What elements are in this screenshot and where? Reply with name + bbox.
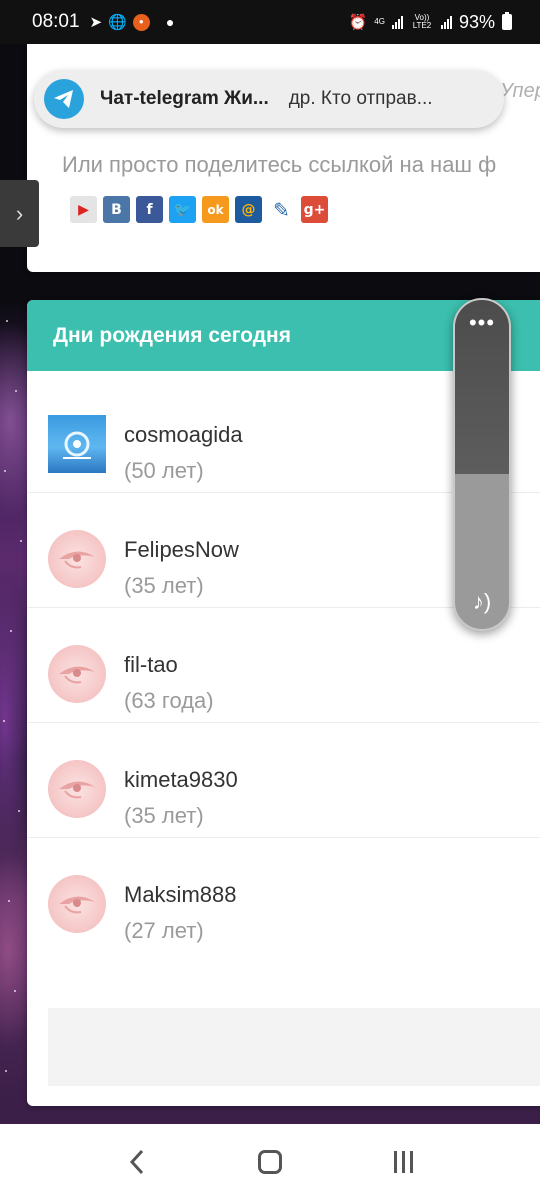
birthday-row[interactable]: fil-tao (63 года): [27, 608, 540, 723]
navigation-bar: [0, 1124, 540, 1200]
googleplus-icon[interactable]: g+: [301, 196, 328, 223]
user-name[interactable]: Maksim888: [124, 882, 236, 908]
avatar[interactable]: [48, 760, 106, 818]
share-partial-text: Упер: [500, 80, 540, 102]
user-age: (63 года): [124, 688, 214, 713]
livejournal-icon[interactable]: ✎: [268, 196, 295, 223]
status-bar: 08:01 ➤ 🌐 ● ● ⏰ 4G Vo)) LTE2 93%: [0, 0, 540, 44]
facebook-icon[interactable]: f: [136, 196, 163, 223]
app-notification-icon: ●: [132, 13, 150, 31]
side-panel-toggle[interactable]: ›: [0, 180, 39, 247]
odnoklassniki-icon[interactable]: ok: [202, 196, 229, 223]
birthday-row[interactable]: Maksim888 (27 лет): [27, 838, 540, 953]
user-name[interactable]: fil-tao: [124, 652, 178, 678]
user-age: (50 лет): [124, 458, 204, 483]
youtube-icon[interactable]: ▶: [70, 196, 97, 223]
telegram-icon: [44, 79, 84, 119]
user-name[interactable]: cosmoagida: [124, 422, 243, 448]
back-button[interactable]: [117, 1142, 157, 1182]
vk-icon[interactable]: В: [103, 196, 130, 223]
notification-message: др. Кто отправ...: [288, 88, 433, 109]
volume-more-button[interactable]: •••: [455, 312, 509, 334]
mailru-icon[interactable]: @: [235, 196, 262, 223]
avatar[interactable]: [48, 645, 106, 703]
user-age: (35 лет): [124, 803, 204, 828]
volte-label: Vo)) LTE2: [412, 13, 432, 30]
status-time: 08:01: [32, 11, 80, 32]
status-left-icons: ➤ 🌐 ● ●: [89, 13, 175, 31]
more-notifications-dot: ●: [165, 14, 175, 30]
telegram-notification-icon: ➤: [89, 13, 103, 31]
user-name[interactable]: FelipesNow: [124, 537, 239, 563]
share-text: Или просто поделитесь ссылкой на наш ф: [62, 152, 497, 177]
volume-slider[interactable]: ••• ♪): [453, 298, 511, 631]
user-age: (27 лет): [124, 918, 204, 943]
music-note-icon[interactable]: ♪): [455, 589, 509, 615]
notification-title: Чат-telegram Жи...: [100, 88, 269, 109]
battery-icon: [502, 12, 512, 30]
background-stars: [0, 300, 28, 1120]
recent-apps-button[interactable]: [383, 1142, 423, 1182]
birthday-row[interactable]: kimeta9830 (35 лет): [27, 723, 540, 838]
avatar[interactable]: [48, 530, 106, 588]
share-icons: ▶ В f 🐦 ok @ ✎ g+: [70, 196, 328, 223]
alarm-icon: ⏰: [348, 13, 368, 31]
birthdays-footer: [48, 1008, 540, 1086]
battery-percent: 93%: [458, 11, 495, 32]
chevron-right-icon: ›: [15, 200, 24, 226]
notification-popup[interactable]: Чат-telegram Жи... др. Кто отправ...: [34, 70, 504, 128]
network-type-label: 4G: [374, 17, 385, 26]
status-right-icons: ⏰ 4G Vo)) LTE2 93%: [349, 12, 512, 33]
user-age: (35 лет): [124, 573, 204, 598]
avatar[interactable]: [48, 415, 106, 473]
signal-icon: [391, 15, 403, 29]
home-icon: [257, 1150, 282, 1174]
recent-apps-icon: [393, 1151, 413, 1173]
signal-icon-2: [440, 15, 452, 29]
globe-icon: 🌐: [108, 13, 127, 31]
user-name[interactable]: kimeta9830: [124, 767, 238, 793]
home-button[interactable]: [250, 1142, 290, 1182]
avatar[interactable]: [48, 875, 106, 933]
twitter-icon[interactable]: 🐦: [169, 196, 196, 223]
